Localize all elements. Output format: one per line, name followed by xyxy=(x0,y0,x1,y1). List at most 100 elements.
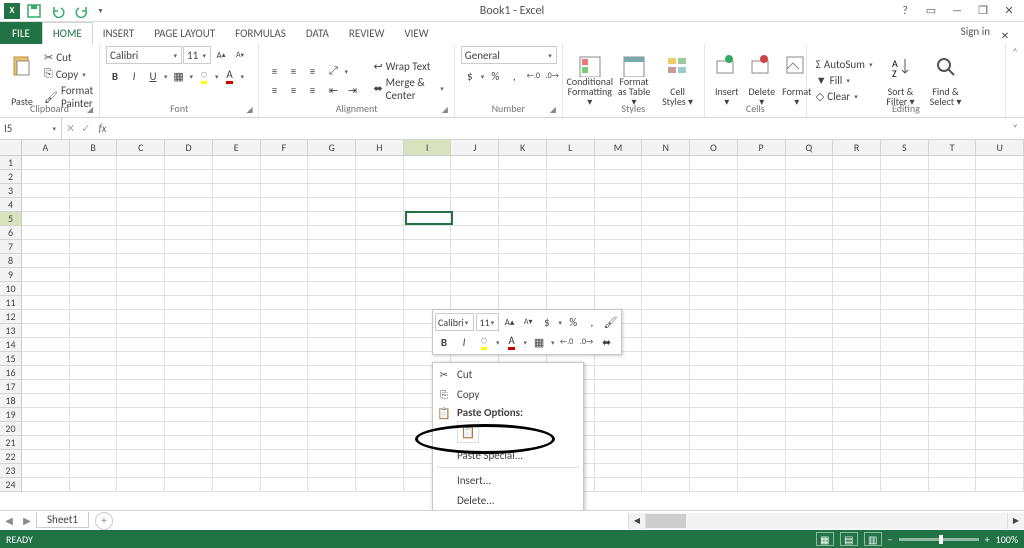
cell[interactable] xyxy=(547,170,595,184)
cell[interactable] xyxy=(738,240,786,254)
cell[interactable] xyxy=(976,464,1024,478)
cell[interactable] xyxy=(595,380,643,394)
cell[interactable] xyxy=(881,170,929,184)
cell[interactable] xyxy=(642,226,690,240)
cell[interactable] xyxy=(976,198,1024,212)
font-color-button[interactable]: A xyxy=(221,67,239,85)
cell[interactable] xyxy=(499,212,547,226)
cell[interactable] xyxy=(881,310,929,324)
mini-size-select[interactable]: 11▾ xyxy=(476,313,499,331)
cell[interactable] xyxy=(308,156,356,170)
cell[interactable] xyxy=(213,408,261,422)
cell[interactable] xyxy=(595,282,643,296)
cell[interactable] xyxy=(165,226,213,240)
cell[interactable] xyxy=(451,240,499,254)
cell[interactable] xyxy=(308,296,356,310)
cell[interactable] xyxy=(642,338,690,352)
border-button[interactable]: ▦ xyxy=(170,67,188,85)
cell[interactable] xyxy=(261,352,309,366)
cell[interactable] xyxy=(165,464,213,478)
cell[interactable] xyxy=(117,282,165,296)
cell[interactable] xyxy=(881,296,929,310)
cell[interactable] xyxy=(881,324,929,338)
cell[interactable] xyxy=(213,296,261,310)
cell[interactable] xyxy=(451,282,499,296)
cell[interactable] xyxy=(690,450,738,464)
cell[interactable] xyxy=(976,478,1024,492)
mini-currency-button[interactable]: $ xyxy=(539,313,556,331)
cell[interactable] xyxy=(642,366,690,380)
cells-delete-button[interactable]: Delete ▾ xyxy=(746,53,778,109)
row-header-9[interactable]: 9 xyxy=(0,268,22,282)
cell[interactable] xyxy=(165,198,213,212)
cell[interactable] xyxy=(881,352,929,366)
cell[interactable] xyxy=(117,352,165,366)
cell[interactable] xyxy=(308,380,356,394)
mini-italic-button[interactable]: I xyxy=(455,333,473,351)
cell[interactable] xyxy=(929,240,977,254)
comma-button[interactable]: , xyxy=(505,67,523,85)
cell[interactable] xyxy=(690,170,738,184)
cell[interactable] xyxy=(451,184,499,198)
cell[interactable] xyxy=(308,352,356,366)
row-header-17[interactable]: 17 xyxy=(0,380,22,394)
cell[interactable] xyxy=(642,184,690,198)
cell[interactable] xyxy=(261,324,309,338)
cell[interactable] xyxy=(929,380,977,394)
cell[interactable] xyxy=(547,184,595,198)
cell[interactable] xyxy=(117,380,165,394)
cell[interactable] xyxy=(70,366,118,380)
cell[interactable] xyxy=(738,198,786,212)
cell[interactable] xyxy=(881,450,929,464)
cell[interactable] xyxy=(404,254,452,268)
cell[interactable] xyxy=(165,450,213,464)
font-name-select[interactable]: Calibri▾ xyxy=(106,46,182,64)
cell[interactable] xyxy=(165,338,213,352)
tab-home[interactable]: HOME xyxy=(42,22,93,44)
cell[interactable] xyxy=(404,212,452,226)
select-all-corner[interactable] xyxy=(0,140,22,156)
cell[interactable] xyxy=(356,156,404,170)
cell[interactable] xyxy=(499,240,547,254)
cell[interactable] xyxy=(976,436,1024,450)
cell[interactable] xyxy=(976,352,1024,366)
cell[interactable] xyxy=(22,156,70,170)
formula-input[interactable] xyxy=(111,118,1007,139)
mini-format-painter-button[interactable]: 🖌 xyxy=(602,313,619,331)
cell[interactable] xyxy=(22,408,70,422)
tab-review[interactable]: REVIEW xyxy=(339,22,395,44)
cell[interactable] xyxy=(165,408,213,422)
cell[interactable] xyxy=(833,282,881,296)
cell[interactable] xyxy=(690,436,738,450)
row-header-13[interactable]: 13 xyxy=(0,324,22,338)
cell[interactable] xyxy=(356,240,404,254)
cell[interactable] xyxy=(786,240,834,254)
cell[interactable] xyxy=(117,324,165,338)
wrap-text-button[interactable]: ↩Wrap Text xyxy=(370,59,447,74)
cell[interactable] xyxy=(356,436,404,450)
col-header-D[interactable]: D xyxy=(165,140,213,156)
cell[interactable] xyxy=(22,464,70,478)
cell[interactable] xyxy=(929,156,977,170)
cell[interactable] xyxy=(213,436,261,450)
col-header-H[interactable]: H xyxy=(356,140,404,156)
cell[interactable] xyxy=(261,156,309,170)
cell[interactable] xyxy=(499,268,547,282)
cell[interactable] xyxy=(308,450,356,464)
cell[interactable] xyxy=(738,268,786,282)
col-header-B[interactable]: B xyxy=(70,140,118,156)
cell[interactable] xyxy=(213,198,261,212)
cell[interactable] xyxy=(976,296,1024,310)
grow-font-button[interactable]: A▴ xyxy=(212,46,230,64)
cell[interactable] xyxy=(213,212,261,226)
col-header-A[interactable]: A xyxy=(22,140,70,156)
cell[interactable] xyxy=(451,156,499,170)
cell[interactable] xyxy=(833,184,881,198)
cell[interactable] xyxy=(70,268,118,282)
cell[interactable] xyxy=(881,198,929,212)
cell[interactable] xyxy=(690,380,738,394)
col-header-O[interactable]: O xyxy=(690,140,738,156)
cell[interactable] xyxy=(213,254,261,268)
cell[interactable] xyxy=(738,296,786,310)
cell[interactable] xyxy=(356,422,404,436)
